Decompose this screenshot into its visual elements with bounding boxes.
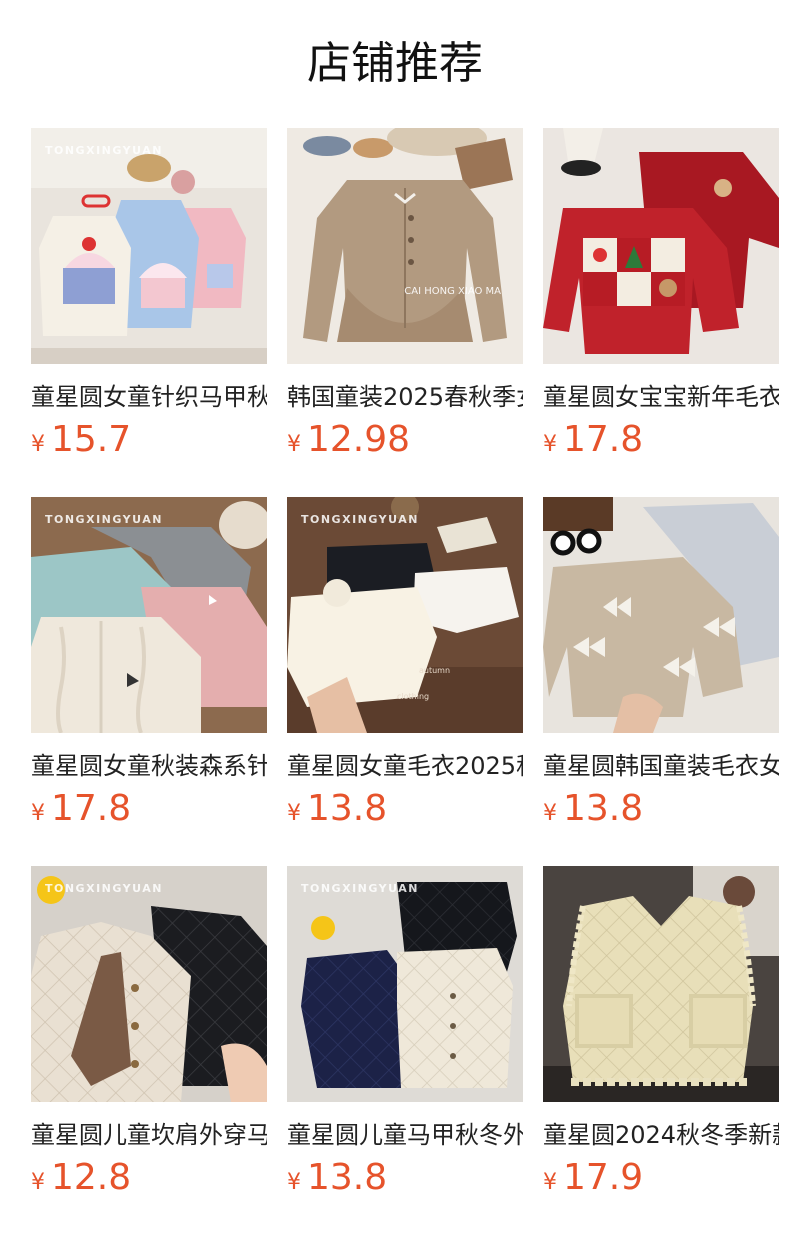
currency-symbol: ¥: [287, 432, 301, 457]
currency-symbol: ¥: [31, 432, 45, 457]
product-price: ¥17.8: [31, 789, 267, 829]
product-price: ¥17.9: [543, 1158, 779, 1198]
knit-vest-photo-icon: TONGXINGYUAN: [31, 128, 267, 364]
currency-symbol: ¥: [543, 432, 557, 457]
section-title: 店铺推荐: [307, 38, 483, 89]
currency-symbol: ¥: [287, 1170, 301, 1195]
watermark: TONGXINGYUAN: [301, 513, 419, 526]
turtleneck-photo-icon: autumn clothing TONGXINGYUAN: [287, 497, 523, 733]
product-card[interactable]: CAI HONG XIAO MA 韩国童装2025春秋季女童 ¥12.98: [287, 128, 523, 497]
currency-symbol: ¥: [543, 1170, 557, 1195]
price-value: 13.8: [563, 788, 644, 829]
product-name: 童星圆女童秋装森系针织: [31, 752, 267, 780]
product-card[interactable]: 童星圆2024秋冬季新款 ¥17.9: [543, 866, 779, 1235]
product-name: 童星圆女童毛衣2025秋冬: [287, 752, 523, 780]
product-grid: TONGXINGYUAN 童星圆女童针织马甲秋冬 ¥15.7 C: [31, 128, 779, 1235]
price-value: 17.9: [563, 1157, 644, 1198]
cardigan-photo-icon: CAI HONG XIAO MA: [287, 128, 523, 364]
product-card[interactable]: autumn clothing TONGXINGYUAN 童星圆女童毛衣2025…: [287, 497, 523, 866]
currency-symbol: ¥: [287, 801, 301, 826]
currency-symbol: ¥: [31, 801, 45, 826]
watermark: TONGXINGYUAN: [45, 882, 163, 895]
product-name: 童星圆女童针织马甲秋冬: [31, 383, 267, 411]
product-card[interactable]: TONGXINGYUAN 童星圆儿童马甲秋冬外穿 ¥13.8: [287, 866, 523, 1235]
product-price: ¥12.8: [31, 1158, 267, 1198]
svg-text:clothing: clothing: [397, 692, 429, 701]
product-name: 韩国童装2025春秋季女童: [287, 383, 523, 411]
product-name: 童星圆儿童坎肩外穿马甲: [31, 1121, 267, 1149]
price-value: 12.98: [307, 419, 411, 460]
product-card[interactable]: TONGXINGYUAN 童星圆女童秋装森系针织 ¥17.8: [31, 497, 267, 866]
product-card[interactable]: 童星圆女宝宝新年毛衣 ¥17.8: [543, 128, 779, 497]
product-price: ¥17.8: [543, 420, 779, 460]
navy-vest-photo-icon: TONGXINGYUAN: [287, 866, 523, 1102]
currency-symbol: ¥: [31, 1170, 45, 1195]
product-card[interactable]: 童星圆韩国童装毛衣女童 ¥13.8: [543, 497, 779, 866]
ruffle-vest-photo-icon: [543, 866, 779, 1102]
price-value: 17.8: [51, 788, 132, 829]
product-name: 童星圆2024秋冬季新款: [543, 1121, 779, 1149]
product-card[interactable]: TONGXINGYUAN 童星圆儿童坎肩外穿马甲 ¥12.8: [31, 866, 267, 1235]
product-price: ¥13.8: [543, 789, 779, 829]
price-value: 12.8: [51, 1157, 132, 1198]
product-price: ¥13.8: [287, 1158, 523, 1198]
watermark: TONGXINGYUAN: [301, 882, 419, 895]
watermark: CAI HONG XIAO MA: [404, 286, 501, 297]
product-name: 童星圆韩国童装毛衣女童: [543, 752, 779, 780]
price-value: 13.8: [307, 1157, 388, 1198]
product-name: 童星圆儿童马甲秋冬外穿: [287, 1121, 523, 1149]
red-sweater-photo-icon: [543, 128, 779, 364]
price-value: 17.8: [563, 419, 644, 460]
product-name: 童星圆女宝宝新年毛衣: [543, 383, 779, 411]
price-value: 13.8: [307, 788, 388, 829]
product-card[interactable]: TONGXINGYUAN 童星圆女童针织马甲秋冬 ¥15.7: [31, 128, 267, 497]
product-price: ¥15.7: [31, 420, 267, 460]
quilted-vest-photo-icon: TONGXINGYUAN: [31, 866, 267, 1102]
price-value: 15.7: [51, 419, 132, 460]
svg-text:autumn: autumn: [419, 666, 450, 675]
cable-cardigan-photo-icon: TONGXINGYUAN: [31, 497, 267, 733]
product-price: ¥12.98: [287, 420, 523, 460]
currency-symbol: ¥: [543, 801, 557, 826]
watermark: TONGXINGYUAN: [45, 513, 163, 526]
bow-sweater-photo-icon: [543, 497, 779, 733]
product-price: ¥13.8: [287, 789, 523, 829]
watermark: TONGXINGYUAN: [45, 144, 163, 157]
